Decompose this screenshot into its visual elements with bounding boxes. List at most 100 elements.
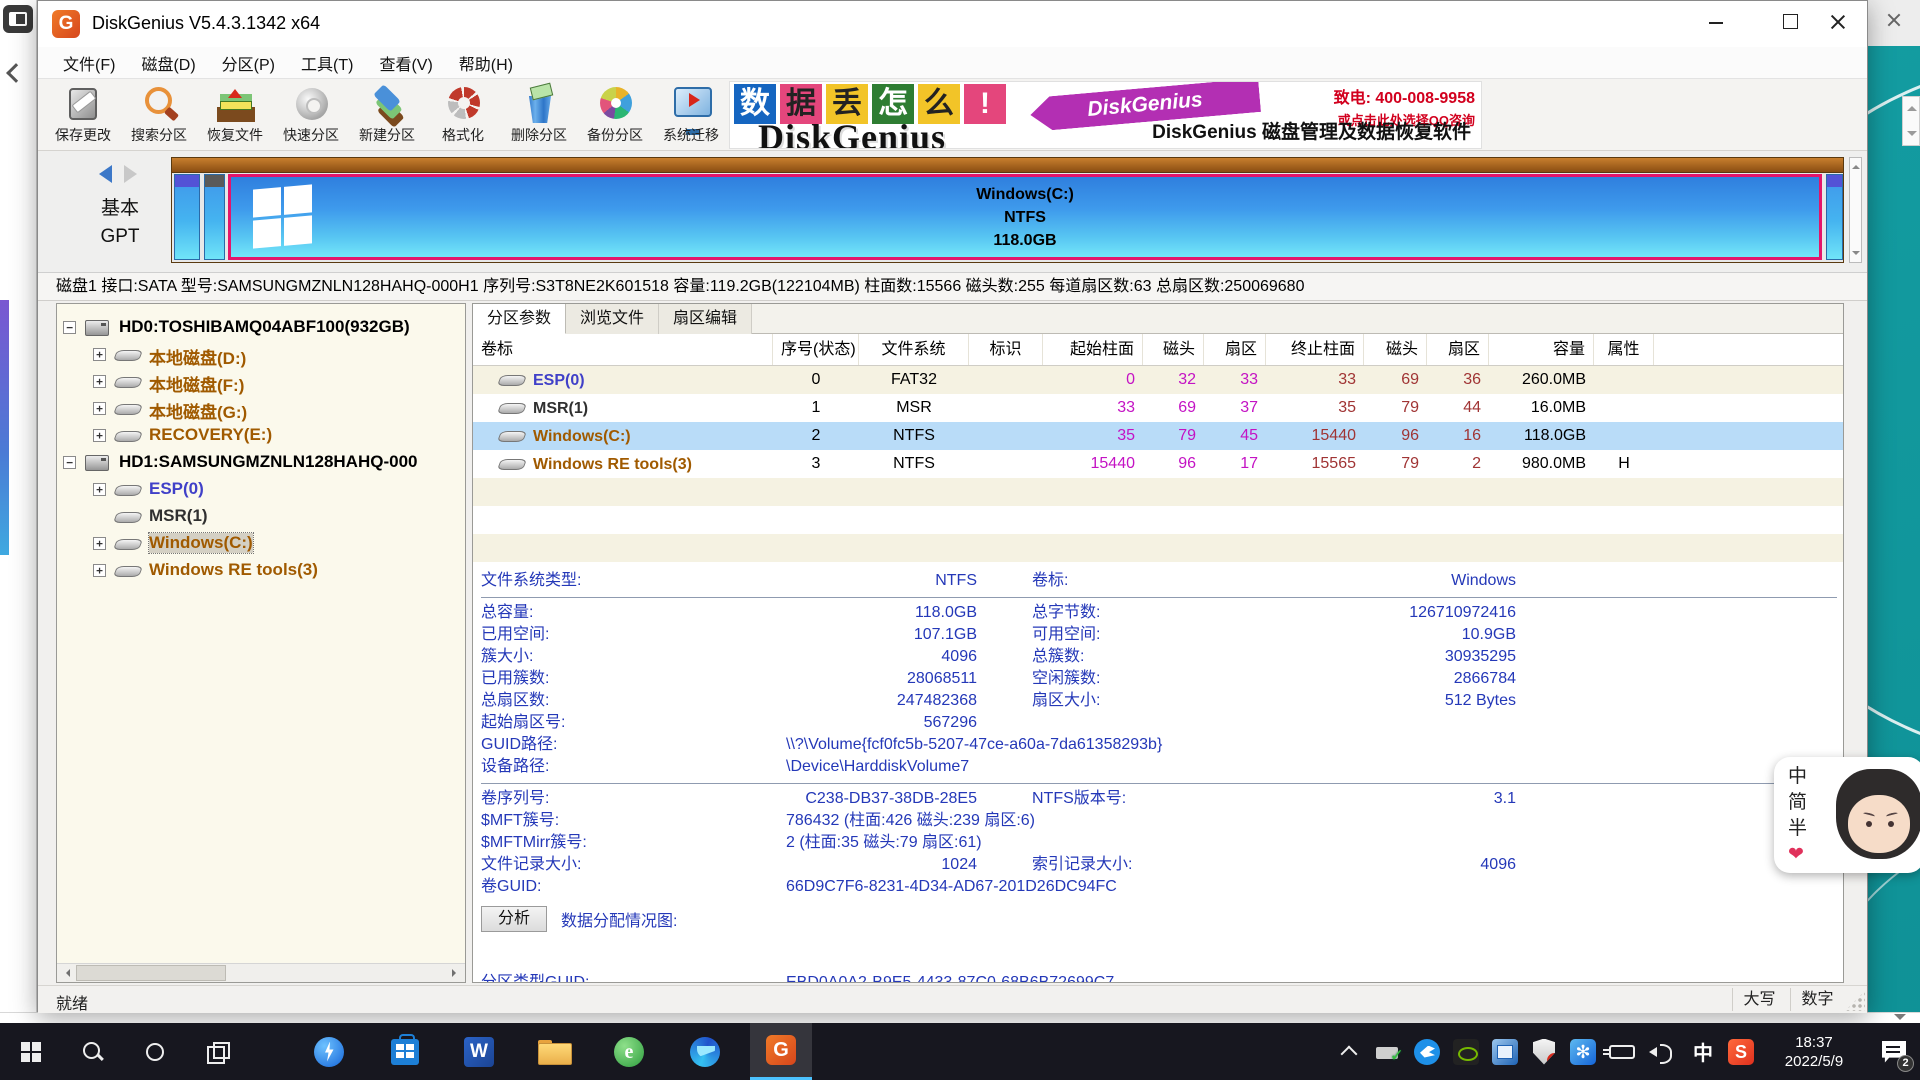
expander-icon[interactable]: + [93, 429, 106, 442]
disk-graph-scrollbar[interactable] [1849, 157, 1862, 263]
column-header-cap[interactable]: 容量 [1489, 334, 1594, 365]
cortana-button[interactable] [124, 1023, 186, 1080]
toolbar-button-backup[interactable]: 备份分区 [576, 82, 654, 148]
tab-分区参数[interactable]: 分区参数 [473, 304, 566, 334]
ime-heart-icon[interactable]: ❤ [1788, 843, 1807, 867]
expander-icon[interactable]: + [93, 483, 106, 496]
toolbar-button-delete[interactable]: 删除分区 [500, 82, 578, 148]
expander-icon[interactable]: + [93, 564, 106, 577]
app-store-button[interactable] [374, 1023, 436, 1080]
tray-nvidia[interactable] [1447, 1023, 1485, 1080]
scrollbar-thumb[interactable] [76, 965, 226, 981]
prev-disk-arrow-icon[interactable] [90, 165, 112, 183]
expander-icon[interactable]: − [63, 456, 76, 469]
ime-state-item[interactable]: 中 [1788, 765, 1807, 789]
app-browser-360-button[interactable] [598, 1023, 660, 1080]
ime-state-item[interactable]: 简 [1788, 791, 1807, 815]
taskbar-clock[interactable]: 18:37 2022/5/9 [1762, 1023, 1866, 1080]
tray-intel-graphics[interactable] [1486, 1023, 1524, 1080]
back-arrow-icon[interactable] [6, 63, 26, 83]
ime-floating-widget[interactable]: 中简半❤ [1774, 757, 1920, 873]
tree-item-WindowsC[interactable]: +Windows(C:) [57, 530, 465, 557]
table-row-WindowsREtools3[interactable]: Windows RE tools(3)3NTFS1544096171556579… [473, 450, 1843, 478]
tree-item-ESP0[interactable]: +ESP(0) [57, 476, 465, 503]
app-edge-button[interactable] [674, 1023, 736, 1080]
column-header-attr[interactable]: 属性 [1594, 334, 1654, 365]
tree-item-RECOVERYE[interactable]: +RECOVERY(E:) [57, 422, 465, 449]
menu-item-P[interactable]: 分区(P) [209, 47, 288, 79]
column-header-sc[interactable]: 起始柱面 [1043, 334, 1143, 365]
tab-扇区编辑[interactable]: 扇区编辑 [659, 304, 752, 334]
background-close-icon[interactable] [1886, 12, 1902, 28]
next-disk-arrow-icon[interactable] [124, 165, 146, 183]
tray-printer-ok[interactable] [1369, 1023, 1407, 1080]
tree-item-HD1SAMSUNGMZNLN128HAHQ000[interactable]: −HD1:SAMSUNGMZNLN128HAHQ-000 [57, 449, 465, 476]
column-header-es[interactable]: 扇区 [1427, 334, 1489, 365]
background-app-icon[interactable] [3, 5, 33, 33]
tab-浏览文件[interactable]: 浏览文件 [566, 304, 659, 334]
toolbar-button-save[interactable]: 保存更改 [44, 82, 122, 148]
close-button[interactable] [1810, 1, 1866, 41]
column-header-sh[interactable]: 磁头 [1143, 334, 1204, 365]
tray-volume[interactable] [1642, 1023, 1680, 1080]
promo-banner[interactable]: 数据丢怎么! DiskGenius DiskGenius 致电: 400-008… [729, 81, 1482, 149]
tray-power-plug[interactable] [1603, 1023, 1641, 1080]
banner-phone[interactable]: 致电: 400-008-9958 [1334, 84, 1475, 108]
toolbar-button-migrate[interactable]: 系统迁移 [652, 82, 730, 148]
menu-item-F[interactable]: 文件(F) [50, 47, 128, 79]
table-row-MSR1[interactable]: MSR(1)1MSR33693735794416.0MB [473, 394, 1843, 422]
expander-icon[interactable]: + [93, 402, 106, 415]
column-header-name[interactable]: 卷标 [473, 334, 773, 365]
tree-item-F[interactable]: +本地磁盘(F:) [57, 368, 465, 395]
analyze-button[interactable]: 分析 [481, 906, 547, 932]
background-scrollbar[interactable] [1902, 96, 1920, 146]
tray-ime-indicator[interactable]: 中 [1684, 1023, 1722, 1080]
table-row-ESP0[interactable]: ESP(0)0FAT3203233336936260.0MB [473, 366, 1843, 394]
column-header-ss[interactable]: 扇区 [1204, 334, 1266, 365]
minimize-button[interactable] [1688, 1, 1744, 41]
action-center-button[interactable]: 2 [1872, 1023, 1916, 1080]
search-button[interactable] [62, 1023, 124, 1080]
scroll-left-arrow-icon[interactable] [57, 964, 76, 982]
resize-grip[interactable] [1845, 991, 1865, 1011]
tree-item-HD0TOSHIBAMQ04ABF100932GB[interactable]: −HD0:TOSHIBAMQ04ABF100(932GB) [57, 314, 465, 341]
tree-item-D[interactable]: +本地磁盘(D:) [57, 341, 465, 368]
tray-defender-alert[interactable] [1525, 1023, 1563, 1080]
column-header-fs[interactable]: 文件系统 [859, 334, 969, 365]
menu-item-T[interactable]: 工具(T) [288, 47, 366, 79]
expander-icon[interactable]: + [93, 375, 106, 388]
app-word-button[interactable] [448, 1023, 510, 1080]
expander-icon[interactable]: + [93, 537, 106, 550]
menu-item-D[interactable]: 磁盘(D) [128, 47, 208, 79]
task-view-button[interactable] [186, 1023, 248, 1080]
scroll-right-arrow-icon[interactable] [446, 964, 465, 982]
app-explorer-button[interactable] [523, 1023, 585, 1080]
expander-icon[interactable]: + [93, 348, 106, 361]
partition-block-msr[interactable] [204, 174, 225, 260]
toolbar-button-format[interactable]: 格式化 [424, 82, 502, 148]
partition-block-esp[interactable] [174, 174, 200, 260]
tree-item-MSR1[interactable]: MSR(1) [57, 503, 465, 530]
tray-chevron-up[interactable] [1330, 1023, 1368, 1080]
partition-block-winre[interactable] [1826, 174, 1843, 260]
column-header-seq[interactable]: 序号(状态) [773, 334, 859, 365]
menu-item-V[interactable]: 查看(V) [366, 47, 445, 79]
toolbar-button-recover[interactable]: 恢复文件 [196, 82, 274, 148]
partition-block-windows-c[interactable]: Windows(C:) NTFS 118.0GB [228, 174, 1822, 260]
column-header-id[interactable]: 标识 [969, 334, 1043, 365]
app-diskgenius-button[interactable] [750, 1023, 812, 1080]
table-row-WindowsC[interactable]: Windows(C:)2NTFS357945154409616118.0GB [473, 422, 1843, 450]
column-header-eh[interactable]: 磁头 [1364, 334, 1427, 365]
tray-sogou[interactable] [1722, 1023, 1760, 1080]
tree-horizontal-scrollbar[interactable] [57, 963, 465, 982]
toolbar-button-quick[interactable]: 快速分区 [272, 82, 350, 148]
toolbar-button-new[interactable]: 新建分区 [348, 82, 426, 148]
app-spark-button[interactable] [298, 1023, 360, 1080]
tree-item-WindowsREtools3[interactable]: +Windows RE tools(3) [57, 557, 465, 584]
tray-snowflake-app[interactable]: ✻ [1564, 1023, 1602, 1080]
tree-item-G[interactable]: +本地磁盘(G:) [57, 395, 465, 422]
ime-state-item[interactable]: 半 [1788, 817, 1807, 841]
expander-icon[interactable]: − [63, 321, 76, 334]
start-button[interactable] [0, 1023, 62, 1080]
toolbar-button-search[interactable]: 搜索分区 [120, 82, 198, 148]
